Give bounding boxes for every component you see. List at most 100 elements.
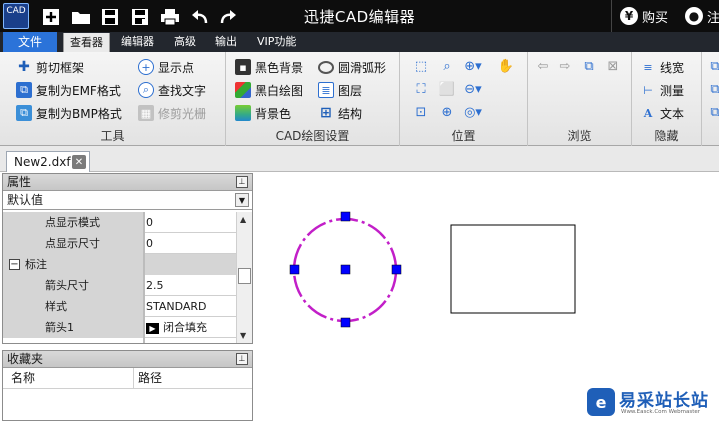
pin-icon[interactable]: ⊥: [236, 176, 248, 188]
grip-bottom[interactable]: [340, 317, 351, 328]
zoom-previous-icon[interactable]: ⊡: [412, 103, 430, 121]
buy-label: 购买: [642, 10, 669, 26]
background-color-icon: [235, 105, 251, 121]
group-position: ⬚ ⛶ ⊡ ⌕ ⬜ ⊕ ⊕▾ ⊖▾ ◎▾ ✋ 位置: [400, 52, 528, 146]
login-button[interactable]: ● 注: [685, 5, 719, 27]
group-hide: ≡ 线宽 ⊢ 测量 A 文本 隐藏: [632, 52, 702, 146]
property-value[interactable]: ▶ 闭合填充: [145, 317, 237, 338]
line-width-button[interactable]: ≡ 线宽: [640, 57, 684, 77]
title-bar: CAD 迅捷CAD编辑器 ¥ 购买 ● 注: [0, 0, 719, 32]
column-header-path[interactable]: 路径: [133, 368, 162, 389]
property-value[interactable]: 0: [145, 233, 237, 254]
document-tab-label: New2.dxf: [14, 155, 71, 169]
property-row[interactable]: 箭头尺寸 2.5: [3, 275, 237, 296]
black-white-drawing-icon: [235, 82, 251, 98]
black-background-icon: ▪: [235, 59, 251, 75]
chevron-down-icon[interactable]: ▼: [235, 193, 249, 207]
structure-button[interactable]: ⊞ 结构: [318, 103, 362, 123]
property-value[interactable]: 0: [145, 212, 237, 233]
smooth-arc-button[interactable]: 圆滑弧形: [318, 57, 386, 77]
group-hide-label: 隐藏: [654, 129, 679, 143]
measure-button[interactable]: ⊢ 测量: [640, 80, 684, 100]
close-icon[interactable]: ✕: [72, 155, 86, 169]
property-row[interactable]: 样式 STANDARD: [3, 296, 237, 317]
tab-viewer[interactable]: 查看器: [63, 33, 110, 52]
property-value[interactable]: 2.5: [145, 275, 237, 296]
clip-frame-button[interactable]: ✚ 剪切框架: [16, 57, 84, 77]
tab-vip[interactable]: VIP功能: [251, 32, 302, 52]
ribbon: ✚ 剪切框架 ⧉ 复制为EMF格式 ⧉ 复制为BMP格式 + 显示点 ⌕ 查找文…: [0, 52, 719, 146]
property-category[interactable]: 标注 −: [3, 254, 237, 275]
property-row[interactable]: 点显示尺寸 0: [3, 233, 237, 254]
text-button[interactable]: A 文本: [640, 103, 684, 123]
tab-advanced[interactable]: 高级: [168, 32, 202, 52]
group-tools: ✚ 剪切框架 ⧉ 复制为EMF格式 ⧉ 复制为BMP格式 + 显示点 ⌕ 查找文…: [0, 52, 226, 146]
watermark-title: 易采站长站: [619, 391, 709, 411]
pan-hand-icon[interactable]: ✋: [497, 57, 515, 75]
layers-button[interactable]: ≣ 图层: [318, 80, 362, 100]
watermark-logo-icon: e: [587, 388, 615, 416]
black-background-button[interactable]: ▪ 黑色背景: [235, 57, 303, 77]
rectangle-entity[interactable]: [450, 224, 576, 314]
buy-button[interactable]: ¥ 购买: [620, 5, 668, 27]
copy-bmp-label: 复制为BMP格式: [36, 106, 122, 121]
tab-output[interactable]: 输出: [209, 32, 243, 52]
trim-raster-button[interactable]: ▦ 修剪光栅: [138, 103, 206, 123]
zoom-area-icon[interactable]: ⌕: [438, 57, 456, 75]
black-white-drawing-button[interactable]: 黑白绘图: [235, 80, 303, 100]
user-icon: ●: [685, 7, 703, 25]
collapse-icon[interactable]: −: [9, 259, 20, 270]
background-color-button[interactable]: 背景色: [235, 103, 291, 123]
copy-bmp-icon: ⧉: [16, 105, 32, 121]
properties-dropdown[interactable]: 默认值 ▼: [3, 191, 252, 210]
copy-emf-button[interactable]: ⧉ 复制为EMF格式: [16, 80, 121, 100]
property-row[interactable]: 点显示模式 0: [3, 212, 237, 233]
overflow-icon-2[interactable]: ⧉: [706, 80, 719, 98]
zoom-real-icon[interactable]: ⊕: [438, 103, 456, 121]
zoom-window-icon[interactable]: ⬚: [412, 57, 430, 75]
pin-icon[interactable]: ⊥: [236, 353, 248, 365]
line-width-icon: ≡: [643, 60, 653, 74]
property-name: 点显示模式: [3, 212, 143, 233]
fit-page-icon[interactable]: ⬜: [438, 80, 456, 98]
tab-editor[interactable]: 编辑器: [115, 32, 160, 52]
line-width-label: 线宽: [660, 60, 685, 75]
arrow-left-icon[interactable]: ⇦: [534, 57, 552, 75]
show-points-icon: +: [138, 59, 154, 75]
zoom-out-icon[interactable]: ⊖▾: [464, 80, 482, 98]
property-value[interactable]: STANDARD: [145, 296, 237, 317]
find-text-button[interactable]: ⌕ 查找文字: [138, 80, 206, 100]
grip-left[interactable]: [289, 264, 300, 275]
grip-right[interactable]: [391, 264, 402, 275]
browse-edit-icon[interactable]: ⧉: [580, 57, 598, 75]
grip-center[interactable]: [340, 264, 351, 275]
overflow-icon-1[interactable]: ⧉: [706, 57, 719, 75]
document-tab[interactable]: New2.dxf ✕: [6, 151, 90, 172]
property-row[interactable]: 箭头1 ▶ 闭合填充: [3, 317, 237, 338]
scroll-up-icon[interactable]: ▲: [240, 215, 246, 224]
login-label: 注: [707, 10, 719, 26]
browse-close-icon[interactable]: ⊠: [604, 57, 622, 75]
zoom-options-icon[interactable]: ◎▾: [464, 103, 482, 121]
watermark: e 易采站长站 Www.Easck.Com Webmaster: [585, 383, 719, 421]
grid-divider[interactable]: [143, 212, 145, 343]
yen-icon: ¥: [620, 7, 638, 25]
property-grid: 点显示模式 0 点显示尺寸 0 标注 − 箭头尺寸 2.5 样式 STANDAR…: [3, 212, 237, 343]
zoom-in-icon[interactable]: ⊕▾: [464, 57, 482, 75]
show-points-label: 显示点: [158, 60, 195, 75]
clip-frame-icon: ✚: [18, 59, 30, 75]
scrollbar-thumb[interactable]: [238, 268, 251, 284]
text-icon: A: [643, 106, 653, 120]
arrow-right-icon[interactable]: ⇨: [556, 57, 574, 75]
scroll-down-icon[interactable]: ▼: [240, 331, 246, 340]
layers-icon: ≣: [318, 82, 334, 98]
copy-bmp-button[interactable]: ⧉ 复制为BMP格式: [16, 103, 122, 123]
properties-scrollbar[interactable]: ▲ ▼: [236, 212, 252, 343]
find-text-label: 查找文字: [158, 83, 207, 98]
menu-file[interactable]: 文件: [3, 32, 57, 52]
zoom-extents-icon[interactable]: ⛶: [412, 80, 430, 98]
grip-top[interactable]: [340, 211, 351, 222]
overflow-icon-3[interactable]: ⧉: [706, 103, 719, 121]
show-points-button[interactable]: + 显示点: [138, 57, 194, 77]
column-header-name[interactable]: 名称: [11, 368, 35, 389]
